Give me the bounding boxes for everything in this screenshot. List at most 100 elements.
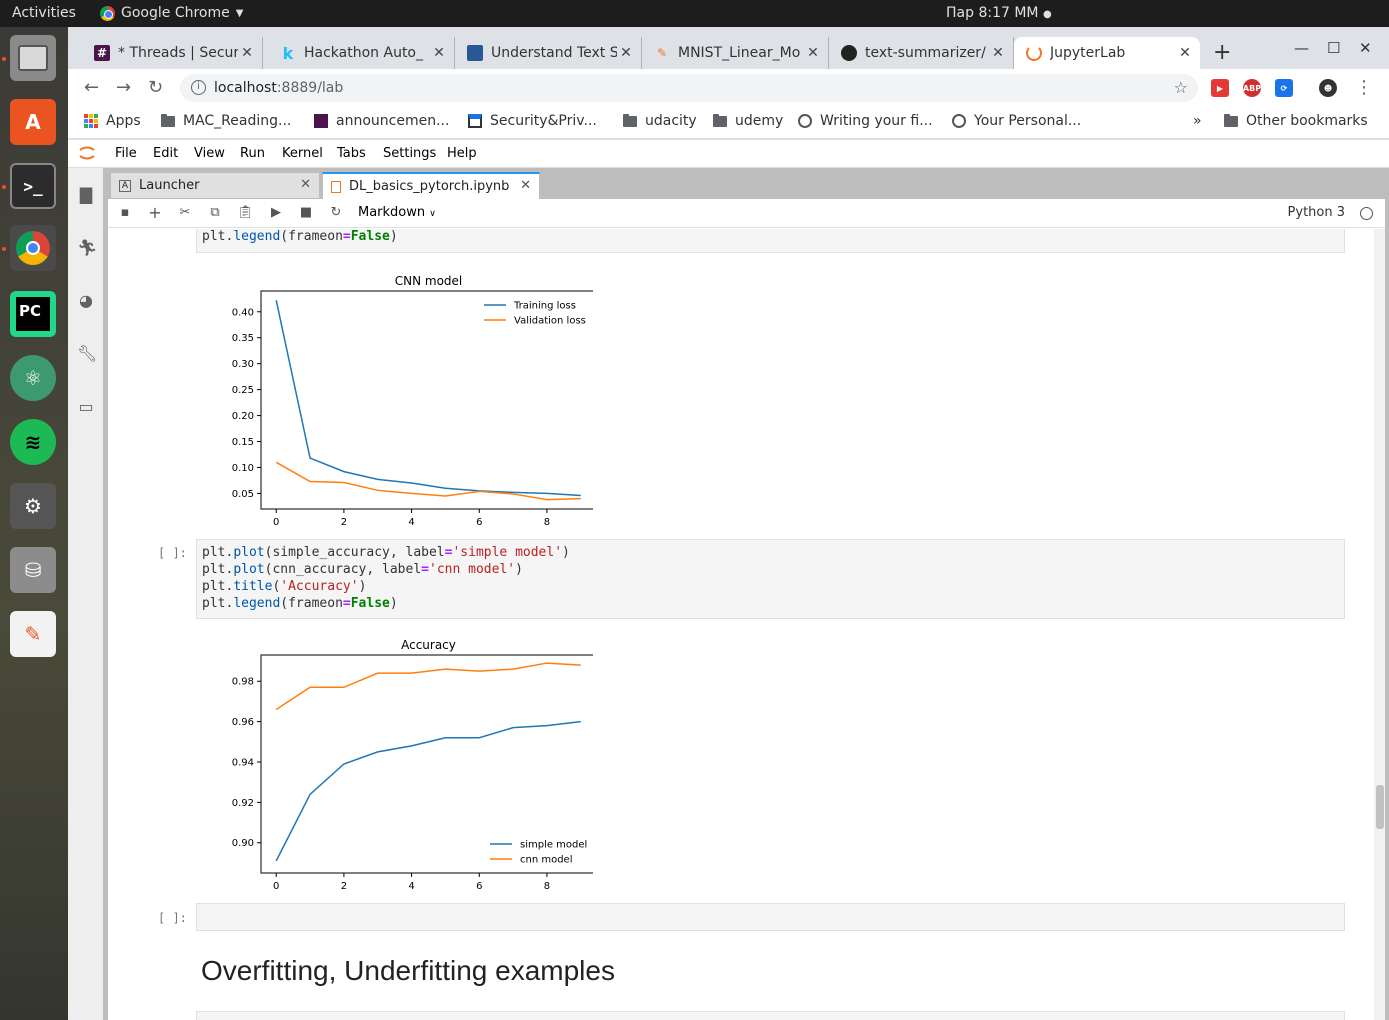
settings-icon[interactable]: ⚙ xyxy=(10,483,56,529)
bookmark-apps[interactable]: Apps xyxy=(84,113,141,129)
atom-icon[interactable]: ⚛ xyxy=(10,355,56,401)
browser-tab[interactable]: k Hackathon Auto_ ✕ xyxy=(268,37,455,69)
bookmark-star-icon[interactable]: ☆ xyxy=(1174,74,1188,102)
markdown-heading: Overfitting, Underfitting examples xyxy=(201,955,615,986)
bookmark-item[interactable]: Your Personal... xyxy=(952,113,1081,129)
empty-code-cell[interactable] xyxy=(196,903,1345,931)
close-window-icon[interactable]: ✕ xyxy=(1359,39,1372,57)
x-tick-label: 4 xyxy=(408,517,414,527)
chrome-icon xyxy=(100,5,115,21)
legend-label: Validation loss xyxy=(514,316,586,327)
browser-tab[interactable]: # * Threads | Secure ✕ xyxy=(82,37,263,69)
reload-icon[interactable]: ↻ xyxy=(148,77,163,98)
new-tab-button[interactable]: + xyxy=(1213,40,1231,65)
drive-icon[interactable]: ⛁ xyxy=(10,547,56,593)
paste-icon[interactable]: 📋︎ xyxy=(237,205,254,221)
notebook-toolbar: ▪ + ✂ ⧉ 📋︎ ▶ ■ ↻ Markdown ∨ Python 3 xyxy=(108,199,1385,228)
close-tab-icon[interactable]: ✕ xyxy=(520,178,531,193)
add-cell-icon[interactable]: + xyxy=(147,205,163,221)
menu-run[interactable]: Run xyxy=(240,146,265,161)
browser-tab[interactable]: Understand Text S ✕ xyxy=(455,37,642,69)
adblock-icon[interactable]: ABP xyxy=(1243,79,1261,97)
software-center-icon[interactable]: A xyxy=(10,99,56,145)
kernel-status-icon xyxy=(1360,207,1373,220)
browser-tab[interactable]: text-summarizer/ ✕ xyxy=(829,37,1014,69)
chevron-down-icon: ▼ xyxy=(235,7,244,19)
close-tab-icon[interactable]: ✕ xyxy=(804,45,822,61)
y-tick-label: 0.40 xyxy=(232,307,254,318)
scrollbar-thumb[interactable] xyxy=(1376,785,1384,829)
other-bookmarks[interactable]: Other bookmarks xyxy=(1224,113,1368,129)
save-icon[interactable]: ▪ xyxy=(117,205,133,221)
bookmark-folder[interactable]: udacity xyxy=(623,113,697,129)
pycharm-icon[interactable]: PC xyxy=(10,291,56,337)
copy-icon[interactable]: ⧉ xyxy=(207,205,223,221)
extension-icon[interactable]: ▶ xyxy=(1211,79,1229,97)
close-tab-icon[interactable]: ✕ xyxy=(617,45,635,61)
stop-icon[interactable]: ■ xyxy=(298,205,314,221)
running-indicator xyxy=(2,57,6,61)
x-tick-label: 0 xyxy=(273,517,279,527)
slack-icon xyxy=(314,114,328,128)
back-icon[interactable]: ← xyxy=(84,77,99,98)
app-menu[interactable]: Google Chrome ▼ xyxy=(100,5,243,21)
close-tab-icon[interactable]: ✕ xyxy=(430,45,448,61)
menu-view[interactable]: View xyxy=(194,146,225,161)
tab-notebook[interactable]: DL_basics_pytorch.ipynb ✕ xyxy=(322,172,540,199)
text-editor-icon[interactable]: ✎ xyxy=(10,611,56,657)
close-tab-icon[interactable]: ✕ xyxy=(989,45,1007,61)
spotify-icon[interactable]: ≋ xyxy=(10,419,56,465)
palette-icon[interactable]: ◕ xyxy=(77,291,95,310)
minimize-icon[interactable]: — xyxy=(1294,39,1309,57)
running-icon[interactable]: 🏃︎ xyxy=(77,238,97,257)
run-icon[interactable]: ▶ xyxy=(268,205,284,221)
bookmark-folder[interactable]: udemy xyxy=(713,113,783,129)
wrench-icon[interactable]: 🔧︎ xyxy=(77,344,97,363)
bookmark-item[interactable]: announcemen... xyxy=(314,113,449,129)
scrollbar[interactable] xyxy=(1374,229,1385,1020)
browser-tab-active[interactable]: JupyterLab ✕ xyxy=(1014,37,1200,69)
cut-icon[interactable]: ✂ xyxy=(177,205,193,221)
chrome-app-icon[interactable] xyxy=(10,225,56,271)
close-tab-icon[interactable]: ✕ xyxy=(1176,45,1194,61)
code-cell-input[interactable]: plt.legend(frameon=False) xyxy=(196,229,1345,253)
bookmarks-overflow-button[interactable]: » xyxy=(1193,113,1202,129)
tabs-icon[interactable]: ▭ xyxy=(77,397,95,416)
kernel-name[interactable]: Python 3 xyxy=(1288,205,1345,220)
clock[interactable]: Пар 8:17 ММ ● xyxy=(946,5,1052,21)
menu-file[interactable]: File xyxy=(115,146,137,161)
close-tab-icon[interactable]: ✕ xyxy=(300,177,311,192)
bookmark-item[interactable]: Writing your fi... xyxy=(798,113,933,129)
maximize-icon[interactable]: ☐ xyxy=(1327,39,1340,57)
folder-icon[interactable]: ▇ xyxy=(77,185,95,204)
more-menu-icon[interactable]: ⋮ xyxy=(1355,77,1373,98)
app-menu-label: Google Chrome xyxy=(121,5,230,21)
tab-launcher[interactable]: A Launcher ✕ xyxy=(110,172,320,199)
terminal-icon[interactable]: >_ xyxy=(10,163,56,209)
activities-button[interactable]: Activities xyxy=(12,5,76,21)
github-icon xyxy=(841,45,857,61)
cell-type-dropdown[interactable]: Markdown ∨ xyxy=(358,205,436,220)
menu-edit[interactable]: Edit xyxy=(153,146,178,161)
menu-tabs[interactable]: Tabs xyxy=(337,146,366,161)
close-tab-icon[interactable]: ✕ xyxy=(238,45,256,61)
info-icon[interactable]: i xyxy=(191,80,206,95)
menu-kernel[interactable]: Kernel xyxy=(282,146,323,161)
bookmark-item[interactable]: Security&Priv... xyxy=(468,113,597,129)
menu-help[interactable]: Help xyxy=(447,146,477,161)
bookmark-folder[interactable]: MAC_Reading... xyxy=(161,113,291,129)
code-cell-input[interactable] xyxy=(196,1011,1345,1020)
forward-icon[interactable]: → xyxy=(116,77,131,98)
menu-settings[interactable]: Settings xyxy=(383,146,436,161)
code-cell-input[interactable]: plt.plot(simple_accuracy, label='simple … xyxy=(196,539,1345,619)
files-app-icon[interactable] xyxy=(10,35,56,81)
folder-icon xyxy=(713,113,727,127)
browser-tab[interactable]: ✎ MNIST_Linear_Mo ✕ xyxy=(642,37,829,69)
address-bar[interactable]: i localhost:8889/lab ☆ xyxy=(180,74,1198,102)
extension-icon[interactable]: ⟳ xyxy=(1275,79,1293,97)
restart-icon[interactable]: ↻ xyxy=(328,205,344,221)
running-indicator xyxy=(2,185,6,189)
profile-avatar[interactable]: ☻ xyxy=(1319,79,1337,97)
x-tick-label: 6 xyxy=(476,517,482,527)
launcher-icon: A xyxy=(119,179,131,192)
